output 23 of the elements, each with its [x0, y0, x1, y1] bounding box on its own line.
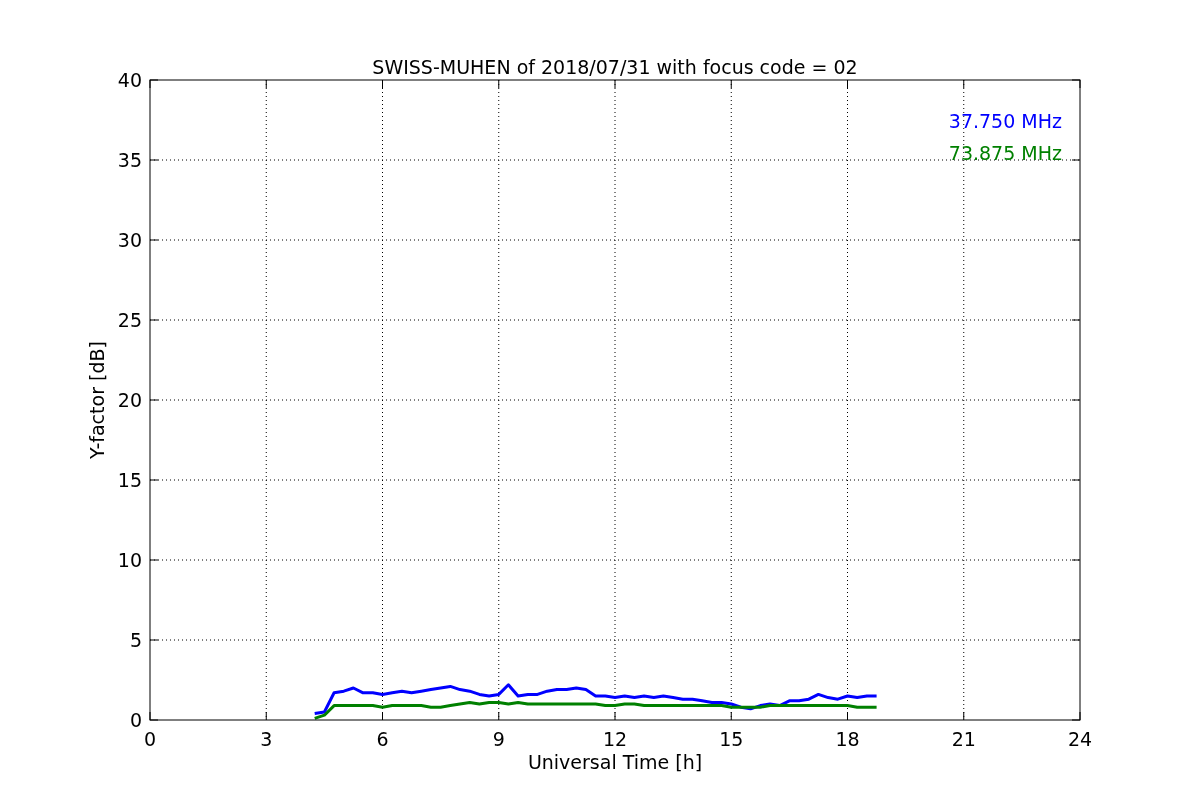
tick-label: 15 [117, 469, 142, 491]
tick-label: 6 [376, 728, 389, 750]
tick-label: 3 [260, 728, 273, 750]
tick-label: 10 [117, 549, 142, 571]
tick-label: 0 [129, 709, 142, 731]
tick-label: 9 [492, 728, 505, 750]
axis-label: Universal Time [h] [527, 751, 703, 773]
chart-title: SWISS-MUHEN of 2018/07/31 with focus code = 02 [372, 56, 858, 78]
tick-label: 5 [129, 629, 142, 651]
legend-label: 73.875 MHz [948, 142, 1062, 164]
tick-label: 25 [117, 309, 142, 331]
tick-label: 0 [143, 728, 157, 750]
axis-label: Y-factor [dB] [86, 341, 108, 459]
tick-label: 18 [835, 728, 860, 750]
tick-label: 24 [1067, 728, 1093, 750]
tick-label: 35 [117, 149, 142, 171]
tick-label: 30 [117, 229, 142, 251]
legend-label: 37.750 MHz [948, 110, 1062, 132]
tick-label: 12 [602, 728, 628, 750]
tick-label: 15 [719, 728, 744, 750]
tick-label: 20 [117, 389, 142, 411]
tick-label: 21 [951, 728, 976, 750]
tick-label: 40 [117, 69, 142, 91]
